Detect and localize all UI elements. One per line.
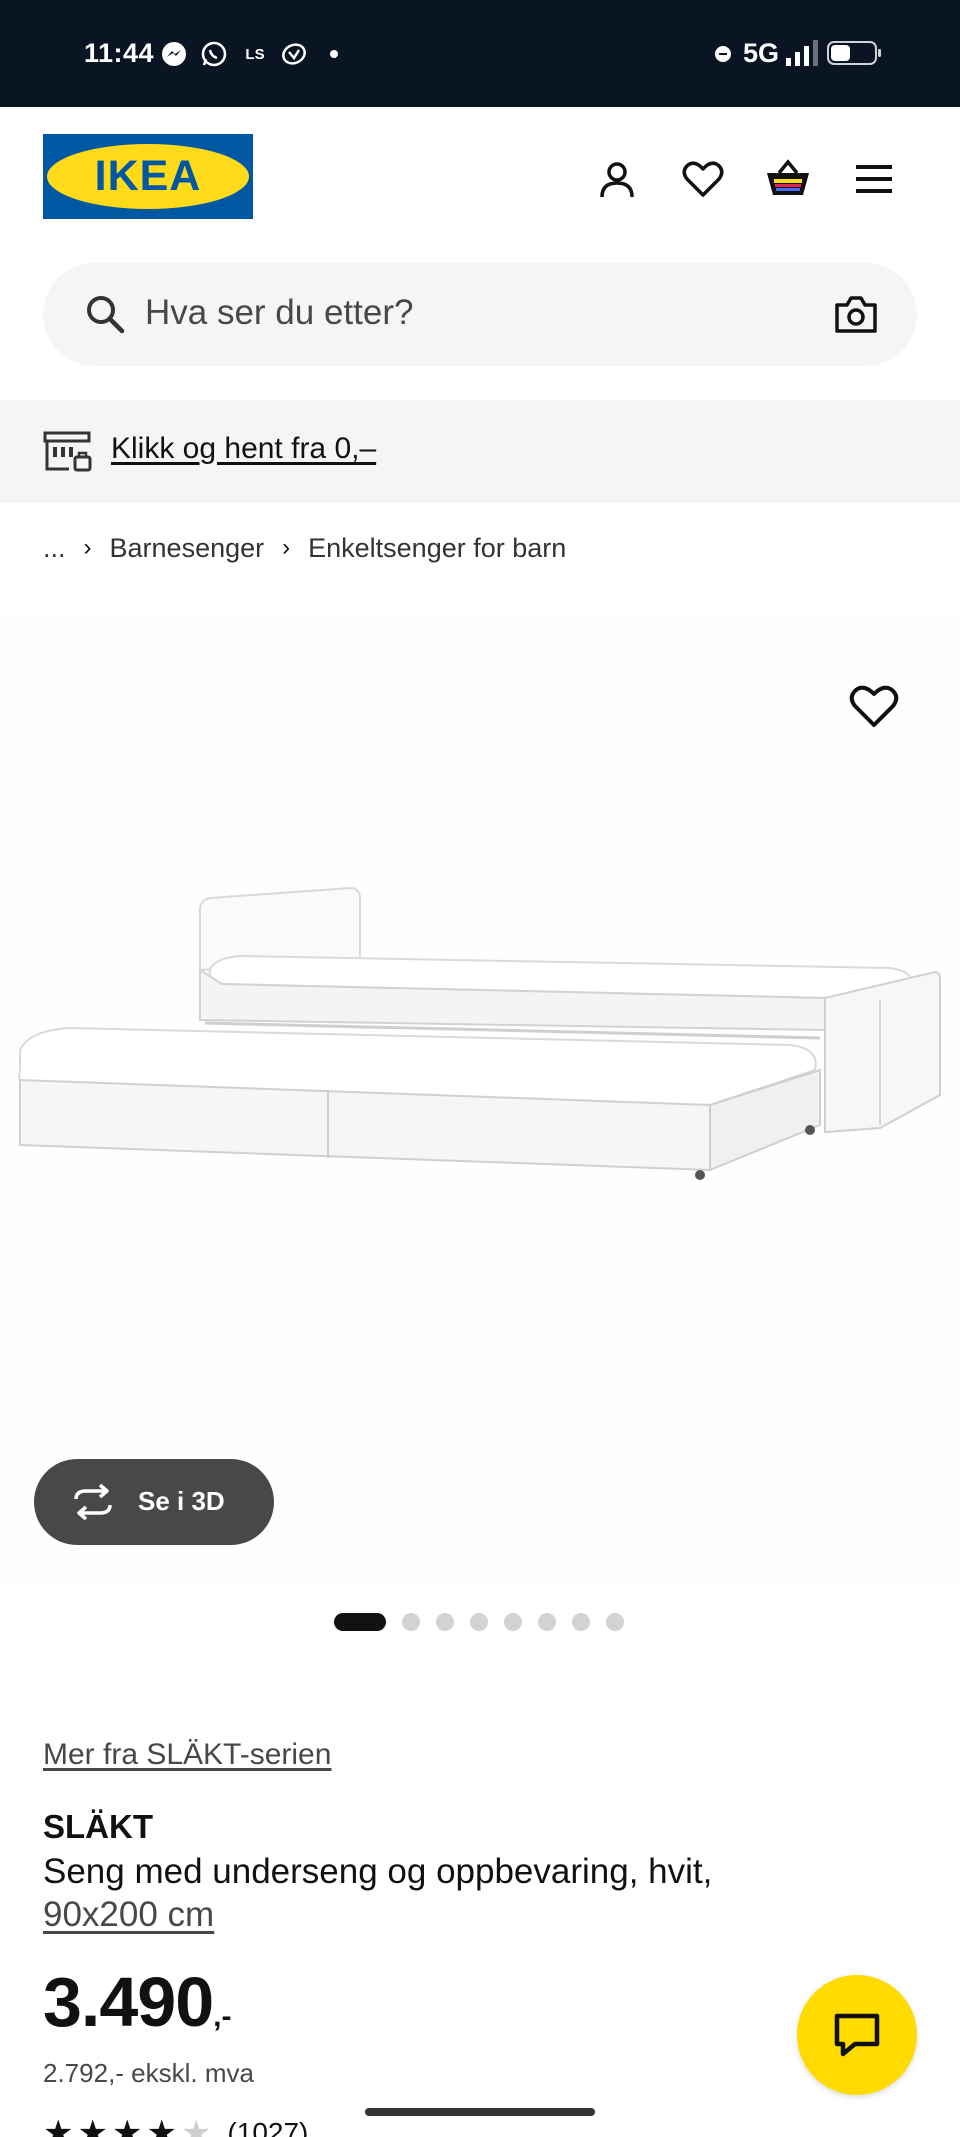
product-image-bed: [18, 886, 941, 1180]
carousel-dot[interactable]: [504, 1613, 522, 1631]
basket-icon[interactable]: [763, 154, 813, 204]
menu-icon[interactable]: [849, 154, 899, 204]
status-time: 11:44: [84, 38, 155, 68]
star-icon: ★: [146, 2114, 177, 2137]
carousel-dot[interactable]: [572, 1613, 590, 1631]
breadcrumb-item-enkeltsenger[interactable]: Enkeltsenger for barn: [308, 533, 566, 564]
ikea-logo[interactable]: IKEA: [43, 134, 253, 219]
product-size-link[interactable]: 90x200 cm: [43, 1895, 214, 1934]
notification-dot: [330, 50, 338, 58]
product-name: SLÄKT: [43, 1808, 153, 1845]
product-price: 3.490,-: [43, 1962, 232, 2042]
star-icon: ★: [77, 2114, 108, 2137]
chevron-right-icon: ›: [83, 534, 92, 561]
store-pickup-icon: [43, 431, 92, 472]
price-amount: 3.490: [43, 1963, 214, 2041]
carousel-dot[interactable]: [606, 1613, 624, 1631]
search-icon: [87, 296, 125, 334]
chevron-right-icon: ›: [282, 534, 291, 561]
carousel-dot[interactable]: [538, 1613, 556, 1631]
network-label: 5G: [743, 38, 780, 68]
product-gallery[interactable]: Se i 3D: [0, 610, 960, 1590]
profile-icon[interactable]: [592, 154, 642, 204]
breadcrumb: ... › Barnesenger › Enkeltsenger for bar…: [43, 531, 566, 565]
click-collect-link[interactable]: Klikk og hent fra 0,–: [111, 432, 376, 466]
carousel-dot[interactable]: [334, 1613, 386, 1631]
logo-text: IKEA: [94, 152, 202, 200]
gesture-icon: [280, 40, 308, 68]
site-header: IKEA: [0, 107, 960, 257]
carousel-dot[interactable]: [436, 1613, 454, 1631]
signal-icon: [786, 40, 818, 66]
star-icon: ★: [43, 2114, 74, 2137]
visual-search-camera-icon[interactable]: [833, 293, 879, 337]
view-3d-label: Se i 3D: [138, 1486, 225, 1516]
add-to-favourites-heart-icon[interactable]: [848, 682, 900, 730]
rotate-3d-icon: [74, 1483, 112, 1521]
series-link[interactable]: Mer fra SLÄKT-serien: [43, 1738, 331, 1772]
carousel-dot[interactable]: [470, 1613, 488, 1631]
breadcrumb-ellipsis[interactable]: ...: [43, 533, 66, 564]
click-collect-banner[interactable]: Klikk og hent fra 0,–: [0, 400, 960, 503]
breadcrumb-item-barnesenger[interactable]: Barnesenger: [110, 533, 265, 564]
home-indicator[interactable]: [365, 2108, 595, 2116]
review-count[interactable]: (1027): [227, 2117, 308, 2137]
product-description: Seng med underseng og oppbevaring, hvit,…: [43, 1850, 803, 1936]
favourites-heart-icon[interactable]: [678, 154, 728, 204]
chat-bubble-icon: [834, 2013, 880, 2057]
chat-button[interactable]: [797, 1975, 917, 2095]
status-bar: 11:44 LS 5G: [0, 0, 960, 107]
dnd-icon: [715, 46, 731, 62]
price-ex-vat: 2.792,- ekskl. mva: [43, 2058, 254, 2088]
star-icon: ★: [111, 2114, 143, 2137]
search-input[interactable]: Hva ser du etter?: [43, 263, 917, 366]
messenger-icon: [160, 40, 188, 68]
whatsapp-icon: [200, 40, 228, 68]
price-suffix: ,-: [213, 2000, 232, 2033]
carousel-dot[interactable]: [402, 1613, 420, 1631]
view-3d-button[interactable]: Se i 3D: [34, 1459, 274, 1545]
battery-icon: [827, 41, 881, 65]
search-placeholder: Hva ser du etter?: [145, 293, 414, 332]
carousel-indicator[interactable]: [334, 1612, 640, 1632]
star-icon: ★: [180, 2114, 212, 2137]
product-rating[interactable]: ★ ★ ★ ★ ★ (1027): [43, 2114, 308, 2137]
ls-icon: LS: [245, 45, 265, 63]
product-description-text: Seng med underseng og oppbevaring, hvit,: [43, 1852, 713, 1891]
